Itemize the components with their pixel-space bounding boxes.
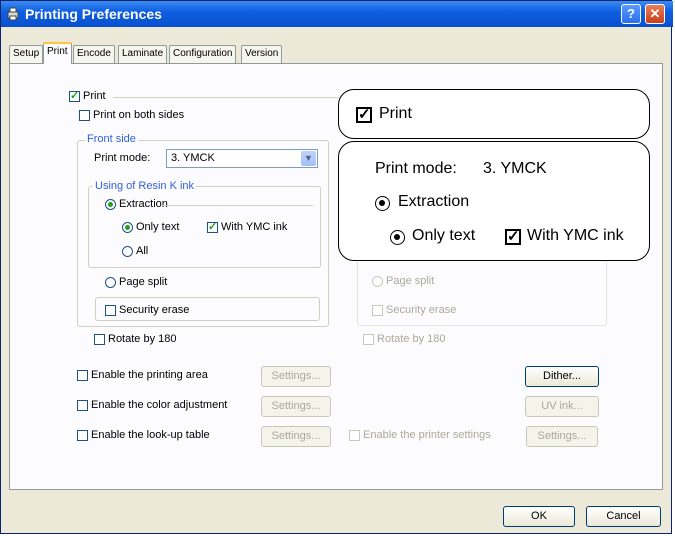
callout-print-mode-label: Print mode:	[375, 160, 457, 177]
back-security-erase-label: Security erase	[386, 304, 457, 316]
callout-only-text-label: Only text	[412, 227, 476, 244]
lookup-table-checkbox[interactable]	[77, 430, 88, 441]
callout-with-ymc-checkbox	[505, 227, 521, 245]
title-bar: Printing Preferences ? ✕	[1, 1, 673, 27]
both-sides-label: Print on both sides	[93, 109, 185, 121]
all-radio[interactable]	[122, 246, 133, 257]
print-callout: Print	[338, 89, 650, 139]
printing-preferences-window: Printing Preferences ? ✕ Setup Print Enc…	[0, 0, 673, 534]
extraction-label: Extraction	[119, 198, 168, 210]
print-mode-label: Print mode:	[94, 152, 151, 164]
with-ymc-checkbox[interactable]	[207, 220, 218, 233]
lookup-table-settings-button[interactable]: Settings...	[261, 426, 331, 447]
print-group-line	[113, 97, 339, 98]
back-rotate-checkbox	[363, 334, 374, 345]
resin-group-label: Using of Resin K ink	[93, 180, 197, 192]
color-adjustment-settings-button[interactable]: Settings...	[261, 396, 331, 417]
back-page-split-label: Page split	[386, 275, 435, 287]
page-split-radio[interactable]	[105, 277, 116, 288]
cancel-button[interactable]: Cancel	[586, 506, 661, 527]
printer-settings-button: Settings...	[526, 426, 598, 447]
rotate-checkbox[interactable]	[94, 334, 105, 345]
close-button[interactable]: ✕	[645, 4, 665, 24]
print-checkbox[interactable]	[69, 89, 80, 102]
both-sides-checkbox[interactable]	[79, 110, 90, 121]
color-adjustment-label: Enable the color adjustment	[91, 399, 228, 411]
only-text-radio[interactable]	[122, 222, 133, 233]
callout-extraction-radio	[375, 196, 390, 211]
printer-icon	[6, 7, 20, 21]
print-mode-select[interactable]: 3. YMCK ▼	[166, 149, 318, 168]
with-ymc-label: With YMC ink	[221, 221, 288, 233]
tab-version[interactable]: Version	[241, 45, 283, 63]
back-security-erase-checkbox	[372, 305, 383, 316]
security-erase-checkbox[interactable]	[105, 305, 116, 316]
callout-print-label: Print	[379, 105, 412, 122]
printing-area-settings-button[interactable]: Settings...	[261, 366, 331, 387]
ok-button[interactable]: OK	[503, 506, 575, 527]
window-title: Printing Preferences	[25, 6, 162, 22]
uv-ink-button: UV ink...	[525, 396, 599, 417]
print-mode-callout: Print mode: 3. YMCK Extraction Only text…	[338, 141, 650, 261]
tab-configuration[interactable]: Configuration	[169, 45, 237, 63]
print-label: Print	[83, 90, 106, 102]
page-split-label: Page split	[119, 276, 168, 288]
printer-settings-checkbox	[349, 430, 360, 441]
callout-only-text-radio	[390, 230, 405, 245]
front-side-label: Front side	[85, 133, 138, 145]
color-adjustment-checkbox[interactable]	[77, 400, 88, 411]
extraction-radio[interactable]	[105, 199, 116, 210]
callout-print-mode-value: 3. YMCK	[483, 160, 547, 177]
security-erase-label: Security erase	[119, 304, 190, 316]
callout-extraction-label: Extraction	[398, 193, 470, 210]
only-text-label: Only text	[136, 221, 180, 233]
printer-settings-label: Enable the printer settings	[363, 429, 491, 441]
print-mode-value: 3. YMCK	[171, 152, 215, 164]
back-rotate-label: Rotate by 180	[377, 333, 446, 345]
extraction-group-line	[162, 205, 313, 206]
tab-laminate[interactable]: Laminate	[118, 45, 168, 63]
callout-print-checkbox	[356, 105, 372, 123]
dither-button[interactable]: Dither...	[525, 366, 599, 387]
chevron-down-icon[interactable]: ▼	[301, 151, 316, 166]
rotate-label: Rotate by 180	[108, 333, 177, 345]
lookup-table-label: Enable the look-up table	[91, 429, 210, 441]
tab-encode[interactable]: Encode	[73, 45, 115, 63]
tab-print[interactable]: Print	[43, 42, 72, 64]
tab-setup[interactable]: Setup	[9, 45, 44, 63]
printing-area-checkbox[interactable]	[77, 370, 88, 381]
callout-with-ymc-label: With YMC ink	[527, 227, 624, 244]
printing-area-label: Enable the printing area	[91, 369, 208, 381]
all-label: All	[136, 245, 149, 257]
help-button[interactable]: ?	[621, 4, 641, 24]
back-page-split-radio	[372, 276, 383, 287]
